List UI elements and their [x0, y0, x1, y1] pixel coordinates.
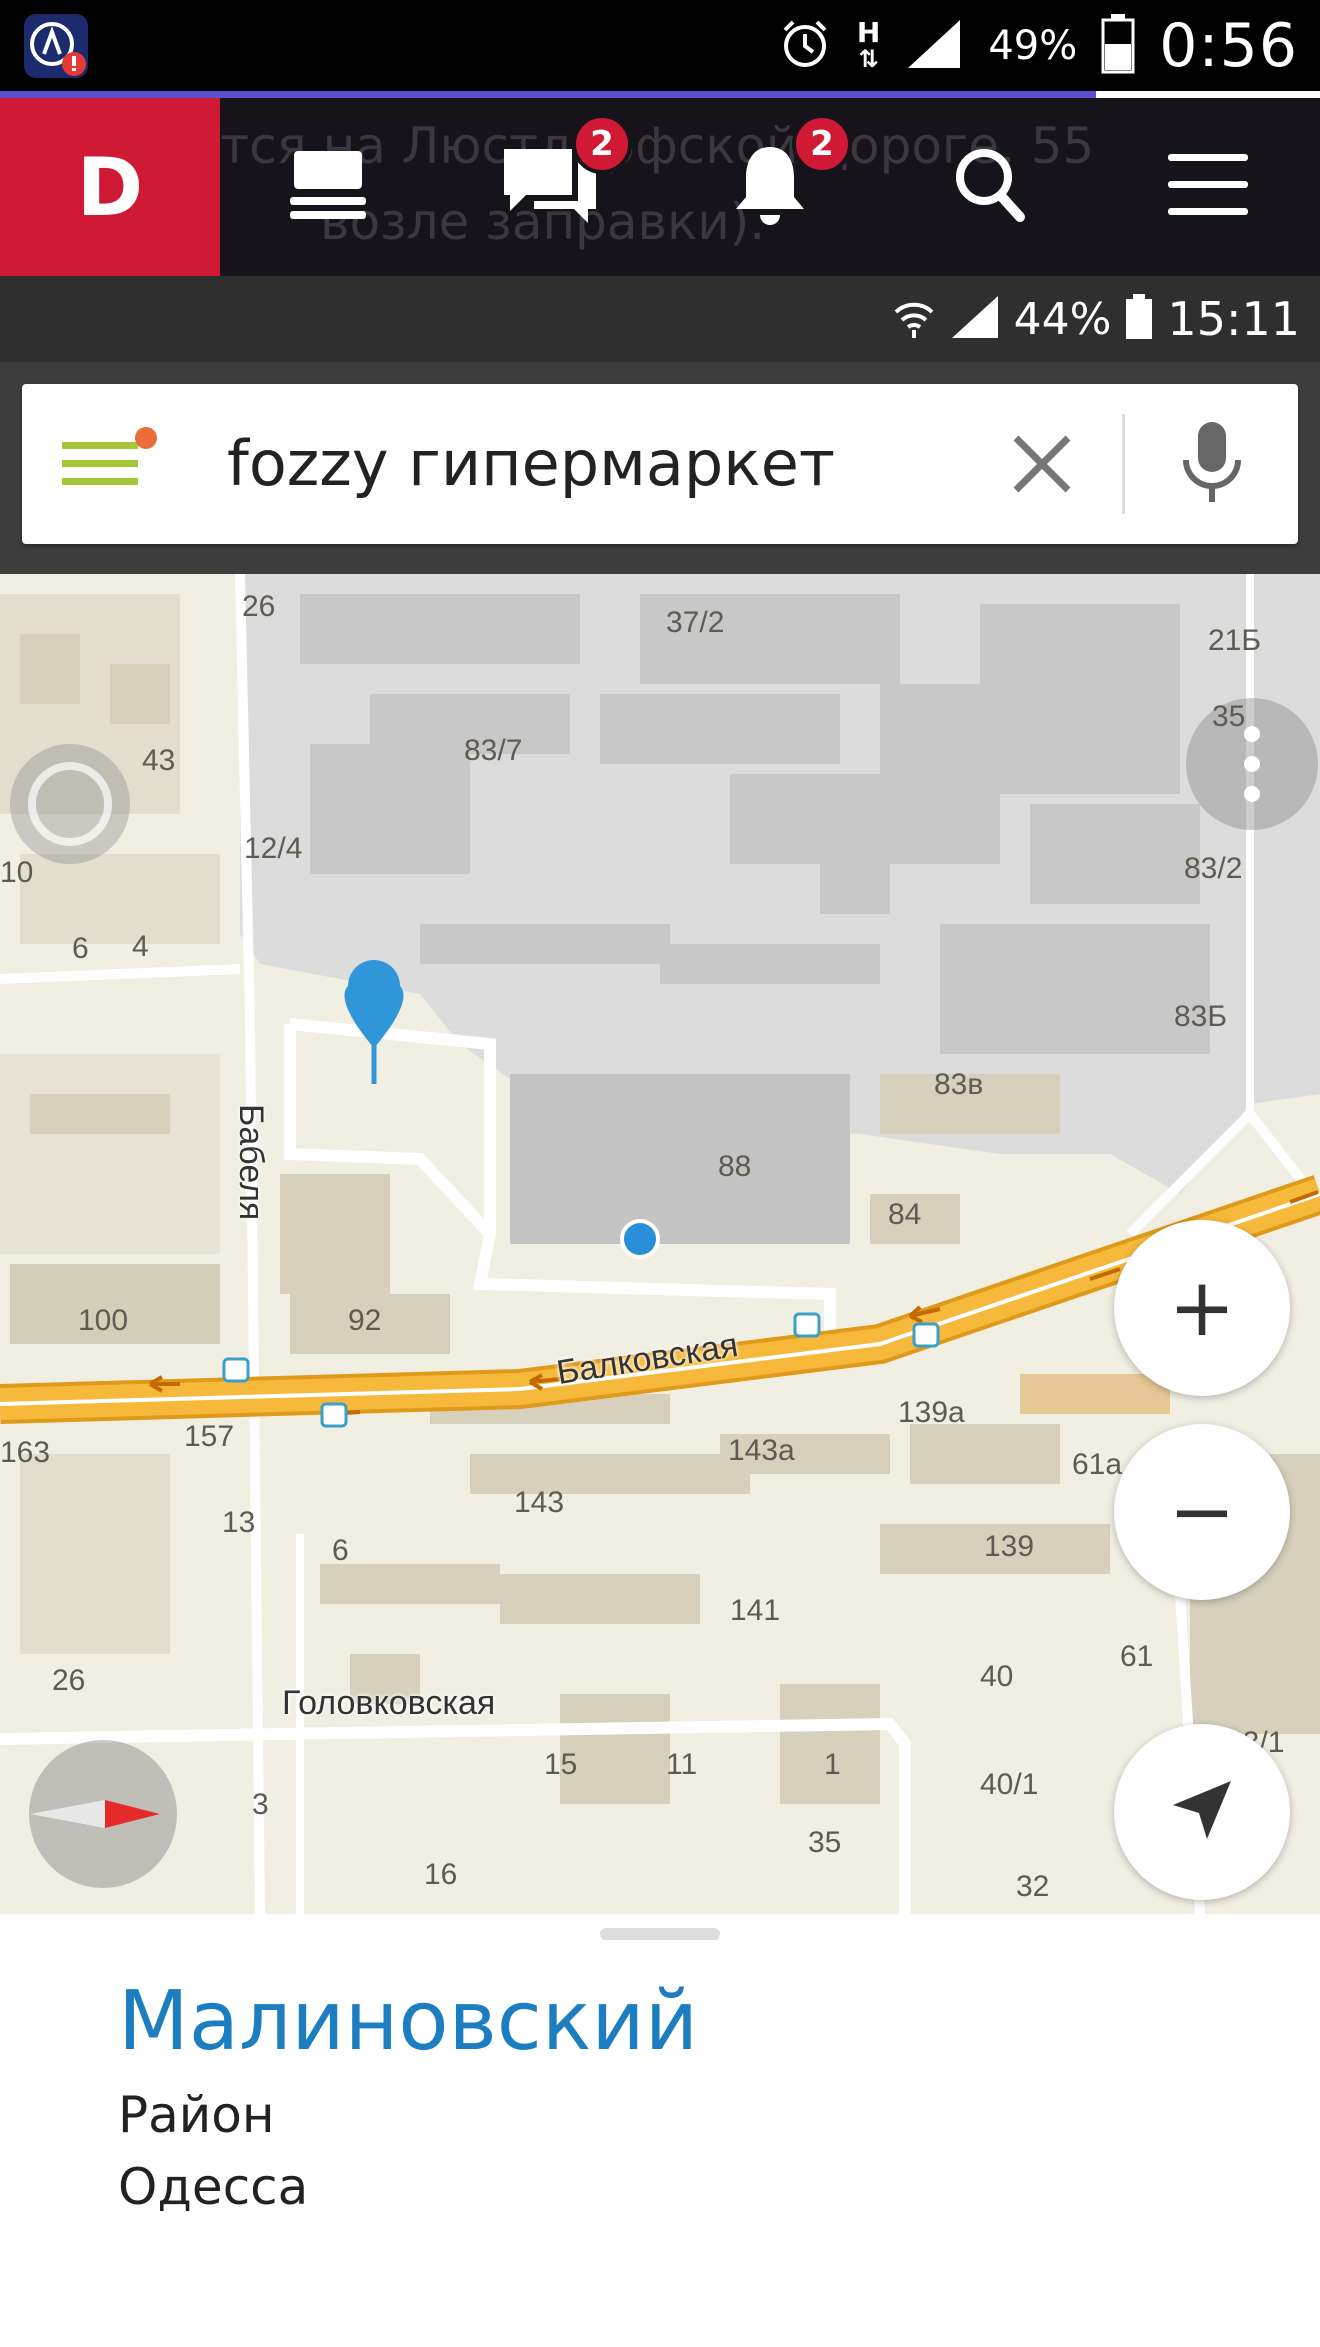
building-number: 83в	[934, 1068, 984, 1101]
map-view[interactable]: 26 37/2 21Б 35 43 83/7 12/4 10 83/2 6 4 …	[0, 574, 1320, 1914]
building-number: 163	[0, 1436, 51, 1469]
map-search-area: fozzy гипермаркет	[0, 362, 1320, 574]
building-number: 83/7	[464, 734, 523, 767]
page-load-progress-fill	[0, 91, 1096, 98]
building-number: 6	[72, 932, 89, 965]
building-number: 157	[184, 1420, 235, 1453]
battery-percent: 44%	[1013, 293, 1112, 345]
current-location-dot	[620, 1219, 660, 1259]
building-number: 26	[242, 590, 276, 623]
building-number: 139	[984, 1530, 1035, 1563]
battery-icon	[1125, 294, 1153, 344]
minus-icon: −	[1168, 1465, 1236, 1558]
building-number: 15	[544, 1748, 578, 1781]
notifications-button[interactable]: 2	[700, 98, 852, 276]
voice-search-button[interactable]	[1172, 416, 1252, 512]
map-canvas	[0, 574, 1320, 1914]
street-label-babelya: Бабеля	[232, 1104, 270, 1221]
screen: H ⇅ 49% 0:56 тся на Люстдорфской дороге,…	[0, 0, 1320, 2347]
signal-icon	[950, 294, 1000, 344]
app-toolbar: тся на Люстдорфской дороге, 55 возле зап…	[0, 98, 1320, 276]
network-type-label: H	[856, 16, 881, 49]
close-icon	[1002, 435, 1082, 508]
building-number: 88	[718, 1150, 752, 1183]
panel-drag-handle[interactable]	[600, 1928, 720, 1940]
building-number: 16	[424, 1858, 458, 1891]
more-options-button[interactable]	[1186, 698, 1318, 830]
building-number: 61а	[1072, 1448, 1123, 1481]
messages-button[interactable]: 2	[480, 98, 632, 276]
building-number: 12/4	[244, 832, 303, 865]
network-type-icon: H ⇅	[856, 16, 881, 73]
hamburger-menu-icon	[62, 427, 162, 508]
page-load-progress	[0, 91, 1320, 98]
messages-badge: 2	[572, 114, 632, 174]
building-number: 143	[514, 1486, 565, 1519]
building-number: 40/1	[980, 1768, 1039, 1801]
search-divider	[1122, 414, 1125, 514]
building-number: 4	[132, 930, 149, 963]
signal-icon	[904, 16, 964, 76]
place-info-panel[interactable]: Малиновский Район Одесса	[0, 1914, 1320, 2347]
building-number: 143а	[728, 1434, 795, 1467]
feed-icon	[286, 147, 370, 227]
place-type: Район	[118, 2086, 275, 2144]
building-number: 6	[332, 1534, 349, 1567]
compass-button[interactable]	[29, 1740, 177, 1888]
street-label-golovkovskaya: Головковская	[282, 1684, 496, 1722]
place-name: Малиновский	[118, 1974, 699, 2069]
app-notification-icon	[24, 14, 88, 78]
battery-percent: 49%	[988, 23, 1078, 69]
data-arrows-icon: ⇅	[858, 45, 879, 73]
wifi-icon	[892, 294, 936, 344]
zoom-out-button[interactable]: −	[1114, 1424, 1290, 1600]
search-result-pin[interactable]	[300, 974, 450, 1094]
search-input[interactable]: fozzy гипермаркет	[227, 384, 835, 544]
microphone-icon	[1172, 422, 1252, 516]
zoom-in-button[interactable]: +	[1114, 1220, 1290, 1396]
building-number: 100	[78, 1304, 129, 1337]
building-number: 10	[0, 856, 34, 889]
building-number: 141	[730, 1594, 781, 1627]
plus-icon: +	[1168, 1261, 1236, 1354]
building-number: 92	[348, 1304, 382, 1337]
battery-icon	[1101, 14, 1135, 78]
status-time: 0:56	[1159, 11, 1298, 81]
drawer-menu-button[interactable]	[62, 424, 162, 504]
building-number: 13	[222, 1506, 256, 1539]
building-number: 139а	[898, 1396, 965, 1429]
system-status-bar: H ⇅ 49% 0:56	[0, 0, 1320, 92]
building-number: 84	[888, 1198, 922, 1231]
building-number: 43	[142, 744, 176, 777]
building-number: 11	[666, 1748, 698, 1781]
alarm-icon	[777, 16, 833, 76]
building-number: 35	[808, 1826, 842, 1859]
logo-letter: D	[76, 140, 144, 234]
place-city: Одесса	[118, 2158, 309, 2216]
inner-status-bar: 44% 15:11	[0, 276, 1320, 362]
building-number: 83/2	[1184, 852, 1243, 885]
building-number: 32	[1016, 1870, 1050, 1903]
building-number: 26	[52, 1664, 86, 1697]
notifications-badge: 2	[792, 114, 852, 174]
status-time: 15:11	[1167, 292, 1300, 346]
building-number: 37/2	[666, 606, 725, 639]
building-number: 61	[1120, 1640, 1154, 1673]
navigation-arrow-icon	[1167, 1775, 1237, 1849]
building-number: 21Б	[1208, 624, 1262, 657]
hamburger-menu-icon	[1166, 152, 1250, 222]
search-button[interactable]	[920, 98, 1060, 276]
feed-button[interactable]	[258, 98, 398, 276]
search-box: fozzy гипермаркет	[22, 384, 1298, 544]
site-logo-button[interactable]: D	[0, 98, 220, 276]
building-number: 1	[824, 1748, 841, 1781]
building-number: 83Б	[1174, 1000, 1228, 1033]
my-location-button[interactable]	[1114, 1724, 1290, 1900]
building-number: 40	[980, 1660, 1014, 1693]
search-icon	[952, 145, 1028, 229]
building-number: 3	[252, 1788, 269, 1821]
map-layers-button[interactable]	[10, 744, 130, 864]
menu-button[interactable]	[1138, 98, 1278, 276]
clear-search-button[interactable]	[1002, 424, 1082, 504]
